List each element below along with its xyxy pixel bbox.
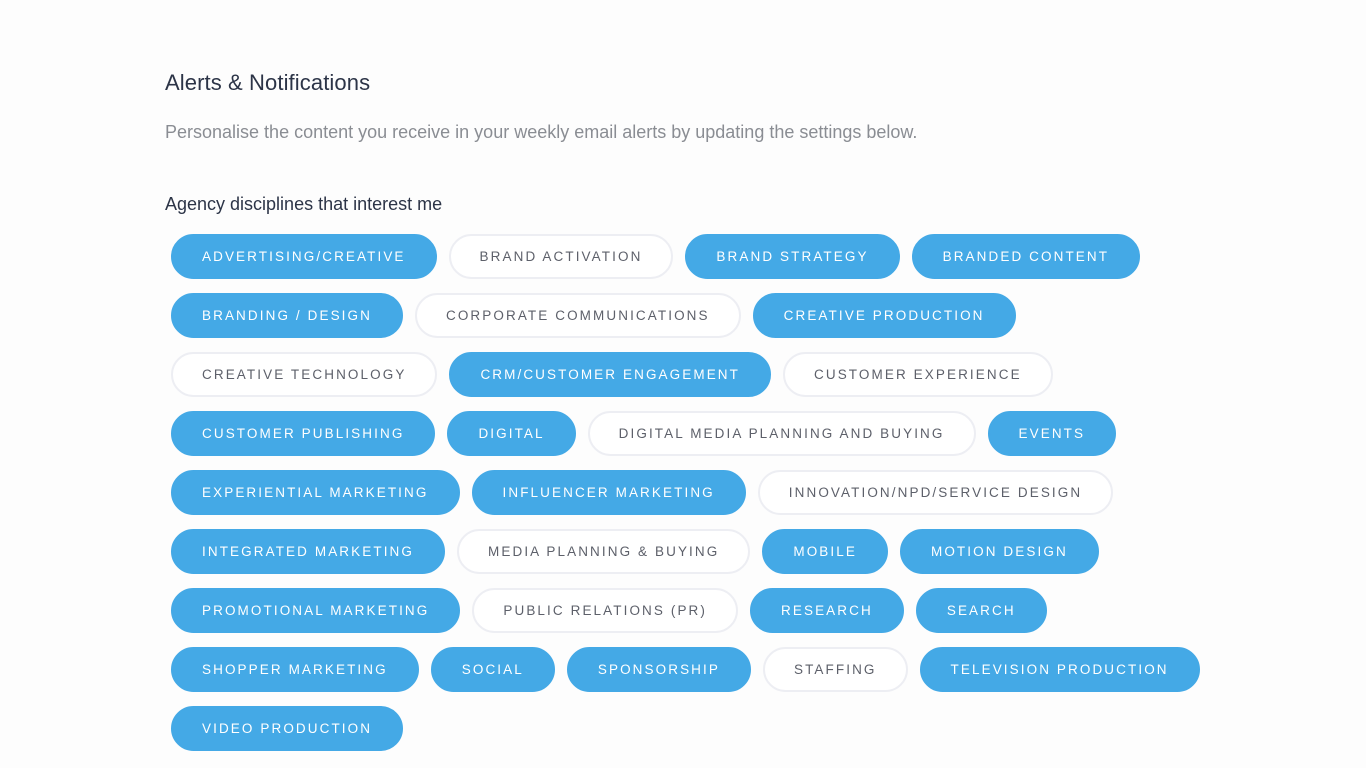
disciplines-label: Agency disciplines that interest me	[165, 194, 443, 214]
discipline-tag[interactable]: SEARCH	[915, 588, 1047, 633]
discipline-tag[interactable]: ADVERTISING/CREATIVE	[171, 234, 437, 279]
discipline-tag[interactable]: CREATIVE TECHNOLOGY	[171, 352, 438, 397]
discipline-tag[interactable]: VIDEO PRODUCTION	[171, 706, 404, 751]
discipline-tag[interactable]: DIGITAL MEDIA PLANNING AND BUYING	[587, 411, 976, 456]
discipline-tag[interactable]: CUSTOMER PUBLISHING	[171, 411, 436, 456]
discipline-tag[interactable]: BRANDED CONTENT	[911, 234, 1141, 279]
discipline-tag-list: ADVERTISING/CREATIVE BRAND ACTIVATION BRAN…	[171, 234, 1233, 751]
discipline-tag[interactable]: STAFFING	[762, 647, 908, 692]
discipline-tag[interactable]: BRANDING / DESIGN	[171, 293, 403, 338]
discipline-tag[interactable]: MEDIA PLANNING & BUYING	[457, 529, 751, 574]
discipline-tag[interactable]: BRAND ACTIVATION	[448, 234, 674, 279]
discipline-tag[interactable]: INTEGRATED MARKETING	[171, 529, 446, 574]
alerts-settings-panel: Alerts & Notifications Personalise the c…	[165, 68, 1245, 751]
discipline-tag[interactable]: CRM/CUSTOMER ENGAGEMENT	[449, 352, 771, 397]
discipline-tag[interactable]: EVENTS	[987, 411, 1117, 456]
discipline-tag[interactable]: EXPERIENTIAL MARKETING	[171, 470, 460, 515]
discipline-tag[interactable]: MOTION DESIGN	[899, 529, 1099, 574]
page-title: Alerts & Notifications	[165, 70, 371, 95]
discipline-tag[interactable]: CORPORATE COMMUNICATIONS	[414, 293, 741, 338]
discipline-tag[interactable]: SHOPPER MARKETING	[171, 647, 419, 692]
discipline-tag[interactable]: INFLUENCER MARKETING	[471, 470, 746, 515]
discipline-tag[interactable]: CREATIVE PRODUCTION	[752, 293, 1016, 338]
discipline-tag[interactable]: DIGITAL	[447, 411, 576, 456]
discipline-tag[interactable]: CUSTOMER EXPERIENCE	[783, 352, 1053, 397]
discipline-tag[interactable]: PUBLIC RELATIONS (PR)	[472, 588, 739, 633]
discipline-tag[interactable]: BRAND STRATEGY	[685, 234, 900, 279]
page-subtitle: Personalise the content you receive in y…	[165, 122, 918, 142]
discipline-tag[interactable]: MOBILE	[762, 529, 888, 574]
discipline-tag[interactable]: PROMOTIONAL MARKETING	[171, 588, 461, 633]
discipline-tag[interactable]: SOCIAL	[430, 647, 555, 692]
discipline-tag[interactable]: RESEARCH	[750, 588, 904, 633]
discipline-tag[interactable]: TELEVISION PRODUCTION	[919, 647, 1200, 692]
discipline-tag[interactable]: SPONSORSHIP	[566, 647, 751, 692]
discipline-tag[interactable]: INNOVATION/NPD/SERVICE DESIGN	[757, 470, 1114, 515]
